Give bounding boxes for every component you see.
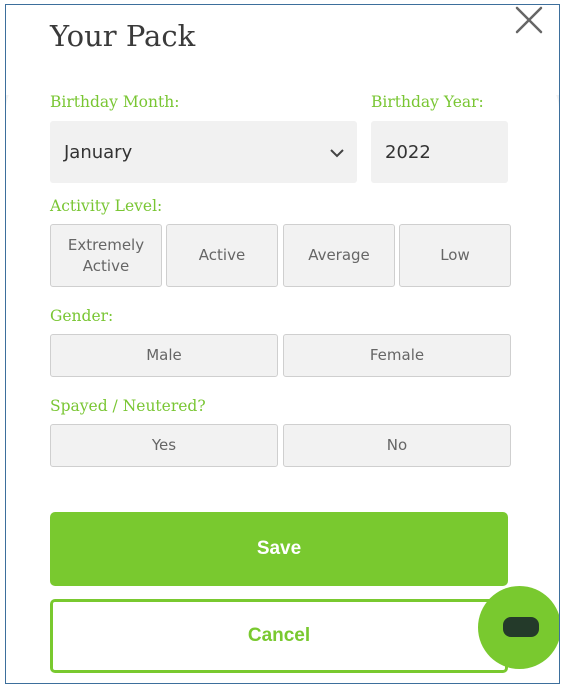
birthday-month-label: Birthday Month:: [50, 93, 180, 111]
form-panel: Birthday Month: Birthday Year: January 2…: [6, 73, 559, 683]
activity-option-active[interactable]: Active: [166, 224, 278, 287]
activity-option-low[interactable]: Low: [399, 224, 511, 287]
birthday-year-label: Birthday Year:: [371, 93, 484, 111]
activity-option-extremely-active[interactable]: Extremely Active: [50, 224, 162, 287]
gender-label: Gender:: [50, 307, 114, 325]
gender-option-male[interactable]: Male: [50, 334, 278, 377]
close-icon[interactable]: [514, 5, 546, 35]
spayed-neutered-label: Spayed / Neutered?: [50, 397, 206, 415]
save-button[interactable]: Save: [50, 512, 508, 586]
cancel-button[interactable]: Cancel: [50, 599, 508, 673]
birthday-month-select[interactable]: January: [50, 121, 357, 183]
birthday-month-value: January: [64, 141, 133, 163]
page-title: Your Pack: [50, 19, 196, 53]
gender-option-female[interactable]: Female: [283, 334, 511, 377]
activity-level-label: Activity Level:: [50, 197, 163, 215]
pack-dialog: Your Pack Birthday Month: Birthday Year:…: [5, 4, 560, 684]
birthday-year-field[interactable]: 2022: [371, 121, 508, 183]
chevron-down-icon: [329, 143, 345, 164]
chat-icon[interactable]: [478, 586, 559, 669]
birthday-year-value: 2022: [385, 141, 431, 163]
activity-option-average[interactable]: Average: [283, 224, 395, 287]
chat-bubble-shape: [503, 617, 539, 637]
spayed-option-no[interactable]: No: [283, 424, 511, 467]
spayed-option-yes[interactable]: Yes: [50, 424, 278, 467]
